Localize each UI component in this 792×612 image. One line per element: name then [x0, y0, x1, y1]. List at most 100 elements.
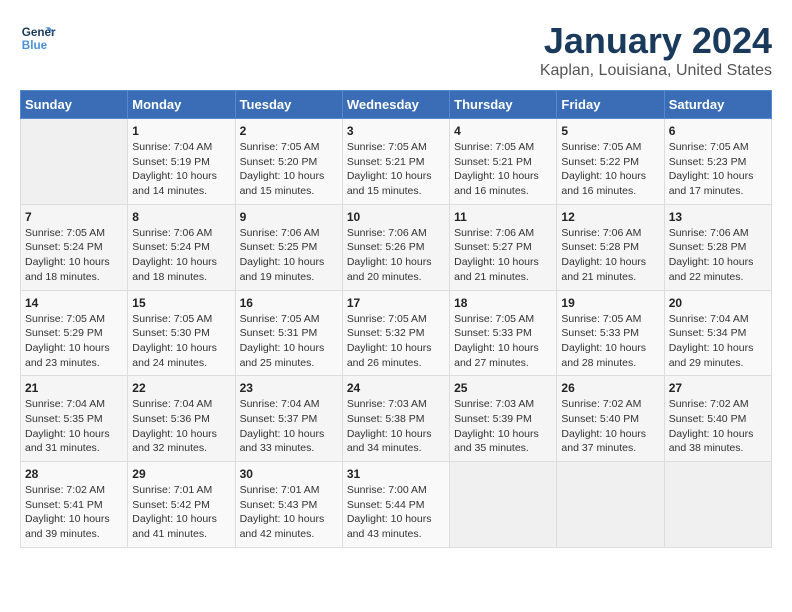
- calendar-cell: 15Sunrise: 7:05 AMSunset: 5:30 PMDayligh…: [128, 290, 235, 376]
- header-day-tuesday: Tuesday: [235, 91, 342, 119]
- calendar-cell: 26 Sunrise: 7:02 AMSunset: 5:40 PMDayligh…: [557, 376, 664, 462]
- day-detail: Sunrise: 7:05 AMSunset: 5:21 PMDaylight:…: [347, 140, 445, 199]
- day-number: 16: [240, 296, 338, 310]
- day-detail: Sunrise: 7:05 AMSunset: 5:24 PMDaylight:…: [25, 226, 123, 285]
- day-detail: Sunrise: 7:02 AMSunset: 5:40 PMDaylight:…: [561, 397, 659, 456]
- day-number: 7: [25, 210, 123, 224]
- calendar-cell: 28 Sunrise: 7:02 AMSunset: 5:41 PMDayligh…: [21, 462, 128, 548]
- calendar-cell: 17 Sunrise: 7:05 AMSunset: 5:32 PMDayligh…: [342, 290, 449, 376]
- day-detail: Sunrise: 7:02 AMSunset: 5:41 PMDaylight:…: [25, 483, 123, 542]
- subtitle: Kaplan, Louisiana, United States: [540, 62, 772, 80]
- calendar-cell: 30 Sunrise: 7:01 AMSunset: 5:43 PMDayligh…: [235, 462, 342, 548]
- calendar-header: SundayMondayTuesdayWednesdayThursdayFrid…: [21, 91, 772, 119]
- calendar-cell: 9 Sunrise: 7:06 AMSunset: 5:25 PMDaylight…: [235, 204, 342, 290]
- calendar-cell: 11Sunrise: 7:06 AMSunset: 5:27 PMDayligh…: [450, 204, 557, 290]
- calendar-cell: 4 Sunrise: 7:05 AMSunset: 5:21 PMDaylight…: [450, 119, 557, 205]
- calendar-cell: 12Sunrise: 7:06 AMSunset: 5:28 PMDayligh…: [557, 204, 664, 290]
- calendar-week-5: 28 Sunrise: 7:02 AMSunset: 5:41 PMDayligh…: [21, 462, 772, 548]
- day-number: 20: [669, 296, 767, 310]
- calendar-cell: 31 Sunrise: 7:00 AMSunset: 5:44 PMDayligh…: [342, 462, 449, 548]
- day-number: 31: [347, 467, 445, 481]
- day-detail: Sunrise: 7:05 AMSunset: 5:23 PMDaylight:…: [669, 140, 767, 199]
- day-number: 13: [669, 210, 767, 224]
- day-detail: Sunrise: 7:04 AMSunset: 5:37 PMDaylight:…: [240, 397, 338, 456]
- day-number: 14: [25, 296, 123, 310]
- day-detail: Sunrise: 7:03 AMSunset: 5:39 PMDaylight:…: [454, 397, 552, 456]
- calendar-table: SundayMondayTuesdayWednesdayThursdayFrid…: [20, 90, 772, 548]
- day-detail: Sunrise: 7:05 AMSunset: 5:22 PMDaylight:…: [561, 140, 659, 199]
- day-number: 17: [347, 296, 445, 310]
- calendar-cell: 8 Sunrise: 7:06 AMSunset: 5:24 PMDaylight…: [128, 204, 235, 290]
- day-detail: Sunrise: 7:06 AMSunset: 5:28 PMDaylight:…: [561, 226, 659, 285]
- day-number: 3: [347, 124, 445, 138]
- calendar-cell: 25 Sunrise: 7:03 AMSunset: 5:39 PMDayligh…: [450, 376, 557, 462]
- calendar-cell: [450, 462, 557, 548]
- day-detail: Sunrise: 7:04 AMSunset: 5:35 PMDaylight:…: [25, 397, 123, 456]
- day-detail: Sunrise: 7:06 AMSunset: 5:24 PMDaylight:…: [132, 226, 230, 285]
- calendar-cell: 5 Sunrise: 7:05 AMSunset: 5:22 PMDaylight…: [557, 119, 664, 205]
- day-detail: Sunrise: 7:06 AMSunset: 5:27 PMDaylight:…: [454, 226, 552, 285]
- day-detail: Sunrise: 7:04 AMSunset: 5:36 PMDaylight:…: [132, 397, 230, 456]
- day-detail: Sunrise: 7:05 AMSunset: 5:21 PMDaylight:…: [454, 140, 552, 199]
- day-number: 9: [240, 210, 338, 224]
- calendar-cell: [664, 462, 771, 548]
- calendar-cell: 6Sunrise: 7:05 AMSunset: 5:23 PMDaylight…: [664, 119, 771, 205]
- day-detail: Sunrise: 7:06 AMSunset: 5:28 PMDaylight:…: [669, 226, 767, 285]
- page-header: General Blue January 2024 Kaplan, Louisi…: [20, 20, 772, 80]
- calendar-cell: 7 Sunrise: 7:05 AMSunset: 5:24 PMDaylight…: [21, 204, 128, 290]
- calendar-cell: 16Sunrise: 7:05 AMSunset: 5:31 PMDayligh…: [235, 290, 342, 376]
- day-number: 30: [240, 467, 338, 481]
- calendar-cell: 27Sunrise: 7:02 AMSunset: 5:40 PMDayligh…: [664, 376, 771, 462]
- logo: General Blue: [20, 20, 56, 56]
- day-number: 10: [347, 210, 445, 224]
- header-row: SundayMondayTuesdayWednesdayThursdayFrid…: [21, 91, 772, 119]
- calendar-cell: 29 Sunrise: 7:01 AMSunset: 5:42 PMDayligh…: [128, 462, 235, 548]
- svg-text:Blue: Blue: [22, 39, 48, 52]
- calendar-week-3: 14 Sunrise: 7:05 AMSunset: 5:29 PMDayligh…: [21, 290, 772, 376]
- header-day-thursday: Thursday: [450, 91, 557, 119]
- title-block: January 2024 Kaplan, Louisiana, United S…: [540, 20, 772, 80]
- day-detail: Sunrise: 7:05 AMSunset: 5:33 PMDaylight:…: [561, 312, 659, 371]
- day-detail: Sunrise: 7:03 AMSunset: 5:38 PMDaylight:…: [347, 397, 445, 456]
- logo-icon: General Blue: [20, 20, 56, 56]
- header-day-sunday: Sunday: [21, 91, 128, 119]
- day-detail: Sunrise: 7:01 AMSunset: 5:43 PMDaylight:…: [240, 483, 338, 542]
- calendar-week-2: 7 Sunrise: 7:05 AMSunset: 5:24 PMDaylight…: [21, 204, 772, 290]
- day-number: 26: [561, 381, 659, 395]
- day-number: 27: [669, 381, 767, 395]
- day-number: 29: [132, 467, 230, 481]
- calendar-week-1: 1Sunrise: 7:04 AMSunset: 5:19 PMDaylight…: [21, 119, 772, 205]
- calendar-cell: 19Sunrise: 7:05 AMSunset: 5:33 PMDayligh…: [557, 290, 664, 376]
- day-number: 25: [454, 381, 552, 395]
- day-detail: Sunrise: 7:05 AMSunset: 5:20 PMDaylight:…: [240, 140, 338, 199]
- header-day-wednesday: Wednesday: [342, 91, 449, 119]
- calendar-cell: 23 Sunrise: 7:04 AMSunset: 5:37 PMDayligh…: [235, 376, 342, 462]
- header-day-saturday: Saturday: [664, 91, 771, 119]
- main-title: January 2024: [540, 20, 772, 62]
- day-detail: Sunrise: 7:05 AMSunset: 5:29 PMDaylight:…: [25, 312, 123, 371]
- calendar-cell: 20Sunrise: 7:04 AMSunset: 5:34 PMDayligh…: [664, 290, 771, 376]
- day-number: 21: [25, 381, 123, 395]
- day-number: 5: [561, 124, 659, 138]
- calendar-week-4: 21 Sunrise: 7:04 AMSunset: 5:35 PMDayligh…: [21, 376, 772, 462]
- day-number: 28: [25, 467, 123, 481]
- calendar-cell: 14 Sunrise: 7:05 AMSunset: 5:29 PMDayligh…: [21, 290, 128, 376]
- day-number: 4: [454, 124, 552, 138]
- calendar-cell: [557, 462, 664, 548]
- day-number: 23: [240, 381, 338, 395]
- day-detail: Sunrise: 7:06 AMSunset: 5:25 PMDaylight:…: [240, 226, 338, 285]
- day-number: 8: [132, 210, 230, 224]
- calendar-cell: 13 Sunrise: 7:06 AMSunset: 5:28 PMDayligh…: [664, 204, 771, 290]
- calendar-cell: 24 Sunrise: 7:03 AMSunset: 5:38 PMDayligh…: [342, 376, 449, 462]
- day-detail: Sunrise: 7:05 AMSunset: 5:32 PMDaylight:…: [347, 312, 445, 371]
- day-number: 15: [132, 296, 230, 310]
- calendar-cell: 18Sunrise: 7:05 AMSunset: 5:33 PMDayligh…: [450, 290, 557, 376]
- calendar-cell: 2Sunrise: 7:05 AMSunset: 5:20 PMDaylight…: [235, 119, 342, 205]
- day-detail: Sunrise: 7:01 AMSunset: 5:42 PMDaylight:…: [132, 483, 230, 542]
- calendar-cell: 22Sunrise: 7:04 AMSunset: 5:36 PMDayligh…: [128, 376, 235, 462]
- header-day-friday: Friday: [557, 91, 664, 119]
- day-detail: Sunrise: 7:06 AMSunset: 5:26 PMDaylight:…: [347, 226, 445, 285]
- day-detail: Sunrise: 7:00 AMSunset: 5:44 PMDaylight:…: [347, 483, 445, 542]
- day-number: 24: [347, 381, 445, 395]
- day-number: 18: [454, 296, 552, 310]
